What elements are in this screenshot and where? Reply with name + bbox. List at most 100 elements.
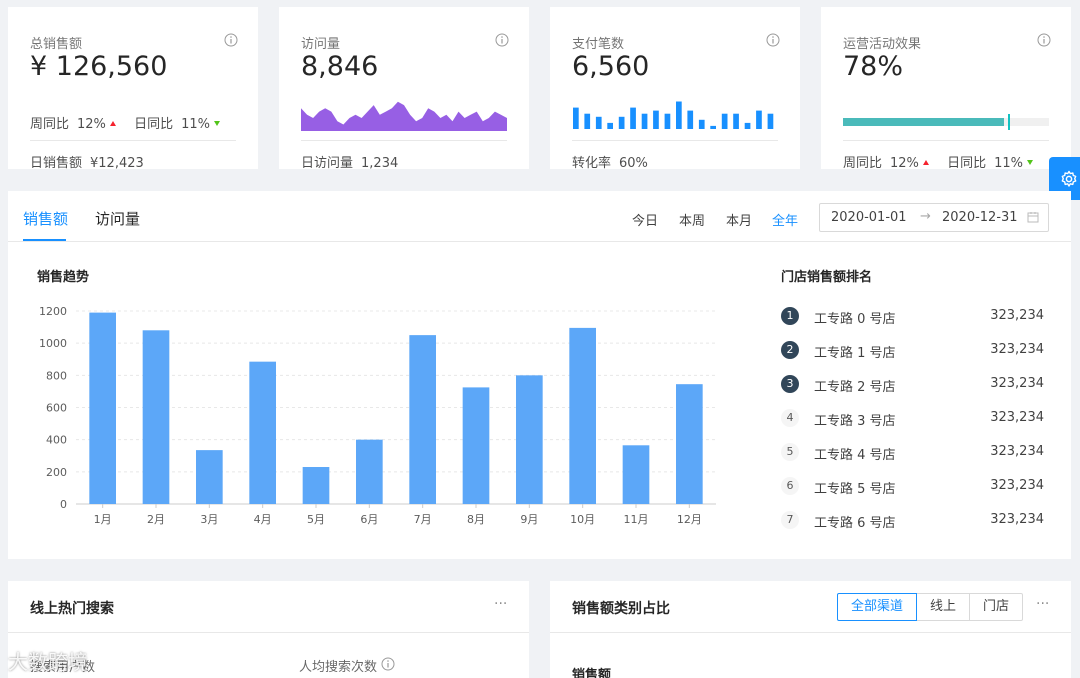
rank-title: 门店销售额排名 (781, 270, 873, 285)
tab-visits[interactable]: 访问量 (95, 208, 140, 229)
trend-day: 日同比 11% (134, 113, 220, 132)
arrow-right-icon: → (920, 209, 931, 224)
trend-label: 日同比 (947, 156, 987, 171)
sales-bar (462, 387, 490, 504)
y-tick-label: 0 (60, 498, 67, 511)
rank-item: 3 工专路 2 号店 323,234 (781, 373, 1051, 395)
rank-badge: 7 (781, 511, 799, 529)
footer-value: 60% (619, 156, 648, 171)
store-value: 323,234 (990, 376, 1044, 391)
store-name: 工专路 4 号店 (814, 448, 896, 463)
rank-item: 5 工专路 4 号店 323,234 (781, 441, 1051, 463)
x-tick-label: 4月 (254, 513, 272, 526)
payment-bar (756, 110, 762, 129)
radio-store[interactable]: 门店 (969, 593, 1024, 621)
divider (301, 140, 507, 141)
divider (572, 140, 778, 141)
x-tick-label: 3月 (200, 513, 218, 526)
trend-value: 12% (77, 117, 106, 132)
x-tick-label: 9月 (520, 513, 538, 526)
y-tick-label: 400 (46, 434, 67, 447)
rank-badge: 6 (781, 477, 799, 495)
category-share-card: 销售额类别占比 全部渠道 线上 门店 ··· 销售额 (550, 581, 1071, 678)
trend-row: 周同比 12% 日同比 11% (843, 152, 1047, 171)
x-tick-label: 5月 (307, 513, 325, 526)
footer-label: 日销售额 (30, 156, 83, 171)
stat-label: 运营活动效果 (843, 37, 922, 52)
radio-online[interactable]: 线上 (916, 593, 971, 621)
x-tick-label: 8月 (467, 513, 485, 526)
info-icon[interactable] (381, 657, 395, 671)
x-tick-label: 10月 (570, 513, 595, 526)
rank-item: 6 工专路 5 号店 323,234 (781, 475, 1051, 497)
progress-target-marker (1007, 114, 1010, 130)
range-year[interactable]: 全年 (772, 210, 798, 229)
trend-week: 周同比 12% (30, 113, 116, 132)
visits-area (301, 101, 507, 131)
caret-down-icon (1026, 160, 1033, 165)
stat-card-payments: 支付笔数 6,560 转化率 60% (550, 7, 800, 171)
footer-label: 日访问量 (301, 156, 354, 171)
divider (8, 241, 1071, 242)
trend-week: 周同比 12% (843, 152, 929, 171)
sales-bar (409, 335, 436, 504)
divider (30, 140, 236, 141)
tab-sales[interactable]: 销售额 (23, 208, 68, 229)
channel-radio-group: 全部渠道 线上 门店 (837, 593, 1024, 621)
trend-day: 日同比 11% (947, 152, 1033, 171)
radio-all-channels[interactable]: 全部渠道 (837, 593, 918, 621)
stat-value: 6,560 (572, 51, 650, 82)
sales-bar (89, 312, 116, 504)
rank-badge: 4 (781, 409, 799, 427)
range-month[interactable]: 本月 (726, 210, 752, 229)
info-icon[interactable] (766, 33, 780, 47)
rank-item: 7 工专路 6 号店 323,234 (781, 509, 1051, 531)
y-tick-label: 1000 (39, 337, 67, 350)
more-icon[interactable]: ··· (1036, 596, 1049, 612)
stat-card-campaign: 运营活动效果 78% 周同比 12% 日同比 11% (821, 7, 1071, 171)
store-name: 工专路 1 号店 (814, 346, 896, 361)
store-name: 工专路 2 号店 (814, 380, 896, 395)
rank-badge: 5 (781, 443, 799, 461)
store-value: 323,234 (990, 308, 1044, 323)
store-name: 工专路 6 号店 (814, 516, 896, 531)
calendar-icon (1027, 212, 1039, 223)
date-end[interactable]: 2020-12-31 (942, 210, 1018, 225)
more-icon[interactable]: ··· (494, 596, 507, 612)
store-name: 工专路 3 号店 (814, 414, 896, 429)
caret-down-icon (213, 121, 220, 126)
rank-badge: 2 (781, 341, 799, 359)
payment-bar (653, 110, 659, 129)
payment-bar (573, 107, 579, 129)
trend-value: 11% (994, 156, 1023, 171)
sales-panel: 销售额 访问量 今日 本周 本月 全年 2020-01-01 → 2020-12… (8, 191, 1071, 559)
store-name: 工专路 5 号店 (814, 482, 896, 497)
stat-value: 78% (843, 51, 904, 82)
info-icon[interactable] (495, 33, 509, 47)
card-title: 线上热门搜索 (30, 601, 114, 617)
payment-bar (595, 116, 602, 129)
info-icon[interactable] (224, 33, 238, 47)
progress-fill (843, 118, 1004, 126)
trend-label: 日同比 (134, 117, 174, 132)
payment-bar (584, 113, 591, 129)
payment-bar (687, 110, 694, 129)
sales-bar (569, 327, 596, 504)
date-range-picker[interactable]: 2020-01-01 → 2020-12-31 (819, 203, 1049, 232)
x-tick-label: 1月 (94, 513, 112, 526)
x-tick-label: 6月 (360, 513, 378, 526)
payment-bar (767, 113, 774, 129)
info-icon[interactable] (1037, 33, 1051, 47)
card-title: 销售额类别占比 (572, 601, 670, 617)
date-start[interactable]: 2020-01-01 (831, 210, 907, 225)
caret-up-icon (922, 160, 929, 165)
footer-label: 转化率 (572, 156, 612, 171)
y-tick-label: 200 (46, 466, 67, 479)
rank-item: 4 工专路 3 号店 323,234 (781, 407, 1051, 429)
stat-footer: 日访问量 1,234 (301, 152, 398, 171)
range-week[interactable]: 本周 (679, 210, 705, 229)
range-today[interactable]: 今日 (632, 210, 658, 229)
x-tick-label: 2月 (147, 513, 165, 526)
stat-footer: 日销售额 ¥12,423 (30, 152, 144, 171)
store-value: 323,234 (990, 410, 1044, 425)
